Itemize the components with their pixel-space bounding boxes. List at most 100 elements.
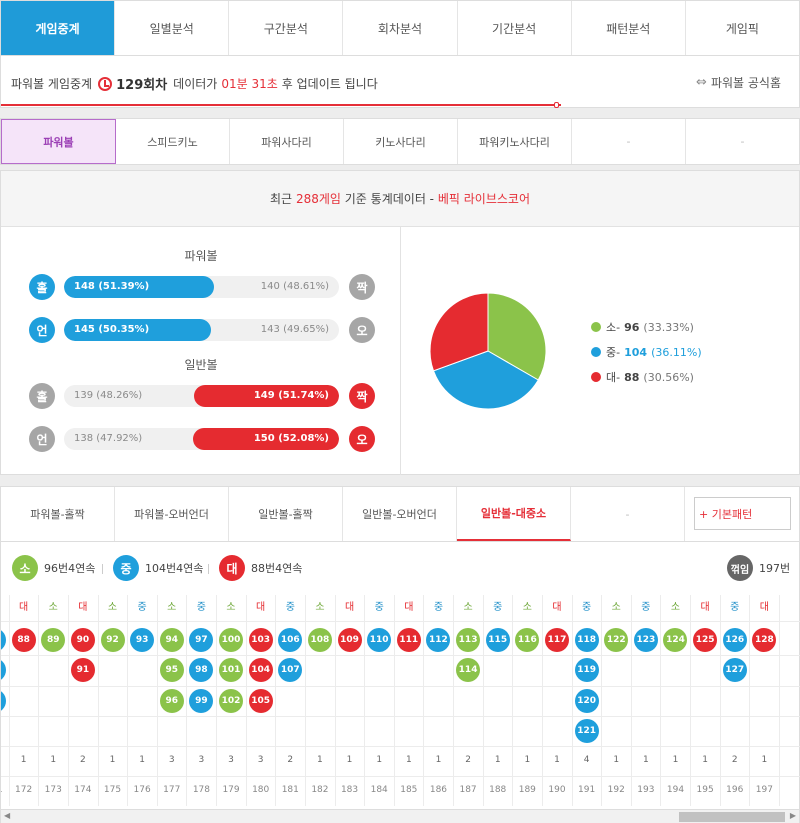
pattern-column-header: 대 — [404, 602, 414, 613]
ratio-bar-row: 홀 139 (48.26%) 149 (51.74%) 짝 — [29, 383, 375, 409]
pattern-ball: 85 — [1, 628, 6, 652]
legend-percent: (30.56%) — [643, 370, 694, 384]
ratio-track: 138 (47.92%) 150 (52.08%) — [64, 428, 339, 450]
pattern-column-header: 대 — [19, 602, 29, 613]
pattern-streak-count: 2 — [80, 755, 86, 765]
pattern-ball: 99 — [189, 688, 214, 713]
powerball-title: 파워볼 — [184, 249, 218, 263]
basic-pattern-button[interactable]: + 기본패턴 — [694, 497, 791, 530]
tab-daily-analysis[interactable]: 일별분석 — [115, 1, 230, 55]
pattern-streak-count: 3 — [168, 755, 175, 765]
pattern-streak-count: 1 — [672, 755, 679, 765]
legend-percent: (33.33%) — [643, 320, 694, 334]
pattern-ball: 108 — [307, 628, 332, 652]
tab-round-analysis[interactable]: 회차분석 — [343, 1, 458, 55]
tab-game-pick[interactable]: 게임픽 — [686, 1, 799, 55]
status-round: 129회차 — [116, 78, 168, 93]
pattern-ball: 96 — [159, 688, 184, 713]
pattern-ball: 95 — [159, 658, 184, 683]
pattern-streak-count: 3 — [228, 755, 234, 765]
ratio-left-label: 139 (48.26%) — [74, 390, 143, 401]
tab-nb-oddeven[interactable]: 일반볼-홀짝 — [229, 487, 343, 541]
pattern-ball: 86 — [1, 658, 6, 683]
scroll-thumb[interactable] — [679, 812, 785, 822]
grid-col-line — [364, 595, 366, 806]
pattern-ball: 124 — [663, 628, 688, 652]
scroll-right-icon[interactable]: ▶ — [790, 811, 796, 820]
tab-pb-oddeven[interactable]: 파워볼-홀짝 — [1, 487, 115, 541]
pattern-ball: 114 — [456, 658, 481, 683]
tab-nb-size[interactable]: 일반볼-대중소 — [457, 487, 571, 541]
tab-speedkeno[interactable]: 스피드키노 — [116, 119, 230, 164]
tab-keno-ladder[interactable]: 키노사다리 — [344, 119, 458, 164]
pattern-streak-count: 1 — [642, 755, 649, 765]
pattern-column-number: 185 — [400, 785, 418, 795]
pattern-column-header: 대 — [78, 602, 88, 613]
grid-row-line — [1, 655, 800, 656]
large-ball: 대 — [219, 555, 245, 581]
ratio-right-ball: 짝 — [349, 274, 375, 300]
horizontal-scrollbar[interactable]: ◀ ▶ — [1, 809, 799, 823]
ratio-left-ball: 언 — [29, 317, 55, 343]
page-root: 게임중계 일별분석 구간분석 회차분석 기간분석 패턴분석 게임픽 파워볼 게임… — [0, 0, 800, 823]
pattern-streak-count: 1 — [317, 755, 323, 765]
tab-power-ladder[interactable]: 파워사다리 — [230, 119, 344, 164]
tab-empty-1: - — [572, 119, 686, 164]
pattern-ball: 97 — [189, 628, 214, 652]
tab-range-analysis[interactable]: 구간분석 — [229, 1, 344, 55]
grid-col-line — [97, 595, 99, 806]
summary-medium: 중 104번4연속 — [113, 555, 203, 581]
tab-pattern-analysis[interactable]: 패턴분석 — [572, 1, 686, 55]
pattern-column-header: 소 — [463, 602, 473, 613]
pattern-column-header: 중 — [433, 602, 444, 613]
pattern-ball: 111 — [396, 628, 421, 652]
pattern-ball: 119 — [574, 658, 599, 683]
pattern-column-number: 192 — [607, 785, 625, 795]
pattern-column-header: 중 — [285, 602, 295, 613]
legend-count: 96 — [624, 320, 640, 334]
pattern-streak-count: 1 — [524, 755, 531, 765]
pie-legend-item: 소 -96 (33.33%) — [591, 319, 694, 335]
top-nav: 게임중계 일별분석 구간분석 회차분석 기간분석 패턴분석 게임픽 — [0, 0, 800, 56]
grid-row-line — [1, 716, 800, 717]
pattern-ball: 107 — [278, 658, 303, 683]
summary-large-text: 88번4연속 — [251, 562, 303, 575]
pie-legend-item: 중 -104 (36.11%) — [591, 344, 702, 360]
pattern-column-number: 181 — [281, 785, 299, 795]
pattern-ball: 103 — [248, 628, 273, 652]
pattern-streak-count: 1 — [109, 755, 116, 765]
status-bar: 파워볼 게임중계 129회차 데이터가 01분 31초 후 업데이트 됩니다 ⇔… — [0, 56, 800, 108]
tab-powerball[interactable]: 파워볼 — [1, 119, 116, 164]
clock-icon — [98, 76, 113, 91]
legend-category: 중 — [606, 346, 617, 359]
pattern-column-number: 197 — [755, 785, 773, 795]
pattern-column-header: 대 — [700, 602, 710, 613]
pattern-streak-count: 1 — [494, 755, 501, 765]
tab-powerkeno-ladder[interactable]: 파워키노사다리 — [458, 119, 572, 164]
grid-col-line — [749, 595, 751, 806]
pattern-column-number: 194 — [666, 785, 685, 795]
official-home-link[interactable]: ⇔ 파워볼 공식홈 — [696, 74, 781, 91]
summary-divider — [102, 564, 103, 574]
grid-col-line — [601, 595, 603, 806]
pie-legend-item: 대 -88 (30.56%) — [591, 369, 694, 385]
pattern-streak-count: 1 — [702, 755, 708, 765]
pattern-ball: 87 — [1, 688, 6, 713]
pattern-column-header: 대 — [344, 602, 355, 613]
pattern-ball: 112 — [426, 628, 451, 652]
ratio-left-ball: 언 — [29, 426, 55, 452]
tab-pb-overunder[interactable]: 파워볼-오버언더 — [115, 487, 229, 541]
ratio-right-label: 150 (52.08%) — [253, 433, 329, 444]
pattern-column-number: 187 — [459, 785, 477, 795]
tab-game-broadcast[interactable]: 게임중계 — [1, 1, 116, 55]
ratio-bar-row: 언 138 (47.92%) 150 (52.08%) 오 — [29, 426, 375, 452]
pattern-tabs: 파워볼-홀짝 파워볼-오버언더 일반볼-홀짝 일반볼-오버언더 일반볼-대중소 … — [0, 486, 800, 542]
tab-nb-overunder[interactable]: 일반볼-오버언더 — [343, 487, 457, 541]
tab-period-analysis[interactable]: 기간분석 — [458, 1, 572, 55]
normalball-title: 일반볼 — [184, 358, 218, 372]
grid-col-line — [216, 595, 218, 806]
pattern-ball: 93 — [130, 628, 155, 652]
scroll-left-icon[interactable]: ◀ — [4, 811, 10, 820]
pattern-ball: 100 — [219, 628, 244, 652]
pattern-ball: 120 — [574, 688, 599, 713]
